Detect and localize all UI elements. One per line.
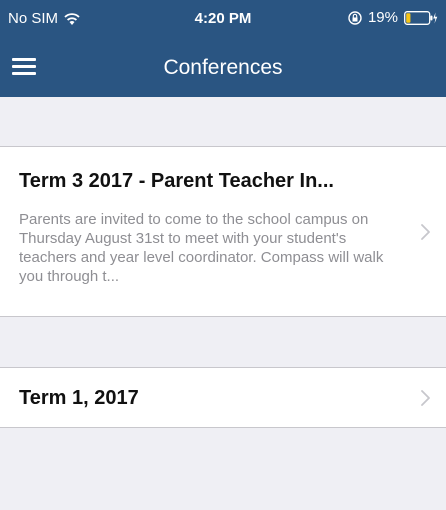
battery-percent: 19% [367,9,398,26]
conference-description: Parents are invited to come to the schoo… [19,211,384,285]
navigation-bar: Conferences [0,40,446,97]
page-title: Conferences [163,56,283,79]
conference-item[interactable]: Term 3 2017 - Parent Teacher In... Paren… [0,146,446,317]
app-header: No SIM 4:20 PM 19% Conferences [0,0,446,97]
orientation-lock-icon [348,10,362,25]
conference-title: Term 3 2017 - Parent Teacher In... [19,170,334,192]
conference-item[interactable]: Term 1, 2017 [0,367,446,428]
battery-icon [404,10,438,25]
status-bar: No SIM 4:20 PM 19% [0,0,446,40]
chevron-right-icon [421,224,430,240]
status-indicators: 19% [348,9,438,26]
chevron-right-icon [421,390,430,406]
conference-title: Term 1, 2017 [19,387,139,409]
